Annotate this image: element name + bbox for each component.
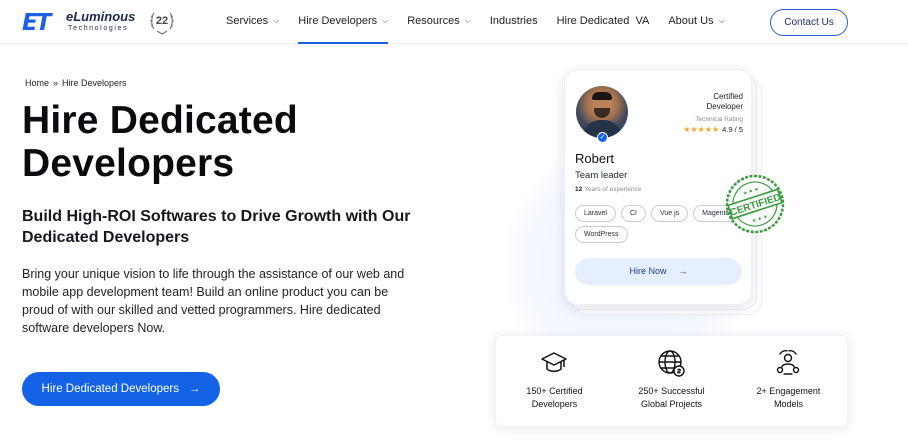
- page-title-line1: Hire Dedicated: [22, 99, 298, 142]
- cta-label: Hire Dedicated Developers: [41, 383, 179, 395]
- certified-stamp-icon: CERTIFIED ★ ★ ★ ★ ★ ★: [724, 173, 786, 235]
- experience: 12 Years of experience: [575, 185, 641, 194]
- chevron-down-icon: ⌵: [464, 16, 471, 25]
- experience-years: 12: [575, 186, 583, 193]
- skill-tags: Laravel CI Vue js Magento WordPress: [575, 205, 745, 247]
- logo-mark: ET: [22, 10, 51, 36]
- engagement-people-icon: [774, 349, 802, 377]
- breadcrumb-separator: »: [53, 78, 59, 88]
- menu-item-label: Industries: [489, 15, 538, 27]
- menu-item-label: Hire Developers: [298, 15, 378, 27]
- menu-item-hire-developers[interactable]: Hire Developers ⌵: [298, 0, 388, 44]
- chevron-down-icon: ⌵: [718, 16, 725, 25]
- logo-name: eLuminous: [66, 9, 136, 24]
- stat-label-line2: Developers: [531, 399, 578, 409]
- certified-developer-label: Certified Developer: [706, 92, 743, 111]
- page-title: Hire Dedicated Developers: [22, 99, 382, 185]
- stat-label-line1: 250+ Successful: [638, 386, 705, 396]
- avatar: [576, 86, 628, 138]
- graduation-cap-icon: [540, 349, 568, 377]
- arrow-right-icon: →: [678, 266, 688, 276]
- stat-certified-developers: 150+ Certified Developers: [496, 336, 613, 426]
- experience-label: Years of experience: [584, 186, 642, 193]
- skill-tag: WordPress: [575, 226, 628, 243]
- stat-label-line1: 2+ Engagement: [756, 386, 821, 396]
- page-subtitle: Build High-ROI Softwares to Drive Growth…: [22, 208, 411, 246]
- stats-panel: 150+ Certified Developers 250+ Successfu…: [495, 335, 848, 427]
- badge-number: 22: [155, 15, 169, 27]
- rating-row: ★★★★★ 4.9 / 5: [675, 125, 743, 135]
- chevron-down-icon: ⌵: [273, 16, 280, 25]
- skill-tag: Vue js: [650, 205, 689, 222]
- verified-check-icon: ✓: [597, 132, 608, 143]
- menu-item-label: Hire Dedicated VA: [556, 15, 650, 27]
- hire-dedicated-developers-button[interactable]: Hire Dedicated Developers →: [22, 372, 220, 406]
- chevron-down-icon: ⌵: [382, 16, 389, 25]
- stat-engagement-models: 2+ Engagement Models: [730, 336, 847, 426]
- menu-item-resources[interactable]: Resources ⌵: [407, 0, 471, 44]
- menu-item-hire-dedicated-va[interactable]: Hire Dedicated VA: [557, 0, 650, 44]
- breadcrumb-current: Hire Developers: [62, 78, 127, 88]
- hire-now-label: Hire Now: [629, 266, 667, 276]
- skill-tag: Laravel: [575, 205, 616, 222]
- menu-item-label: Services: [226, 15, 269, 27]
- breadcrumb-home-link[interactable]: Home: [25, 78, 49, 88]
- brand-logo[interactable]: ET eLuminous Technologies 22: [22, 10, 182, 36]
- menu-item-industries[interactable]: Industries: [490, 0, 538, 44]
- menu-item-label: About Us: [668, 15, 714, 27]
- contact-us-button[interactable]: Contact Us: [770, 9, 848, 36]
- star-rating-icon: ★★★★★: [683, 125, 720, 134]
- hero-description: Bring your unique vision to life through…: [22, 267, 405, 335]
- globe-icon: [657, 349, 686, 377]
- skill-tag: CI: [620, 205, 646, 222]
- breadcrumb: Home » Hire Developers: [25, 78, 127, 89]
- page-title-line2: Developers: [22, 142, 235, 185]
- arrow-right-icon: →: [188, 383, 201, 395]
- developer-name: Robert: [575, 151, 615, 166]
- menu-item-about-us[interactable]: About Us ⌵: [668, 0, 724, 44]
- anniversary-badge-icon: 22: [150, 9, 174, 35]
- logo-tagline: Technologies: [68, 25, 129, 32]
- technical-rating-label: Technical Rating: [695, 116, 743, 123]
- rating-value: 4.9 / 5: [722, 125, 743, 134]
- stat-global-projects: 250+ Successful Global Projects: [613, 336, 730, 426]
- main-menu: Services ⌵ Hire Developers ⌵ Resources ⌵ In…: [226, 0, 744, 44]
- top-navigation: ET eLuminous Technologies 22 Services ⌵ H…: [0, 0, 908, 44]
- hire-now-button[interactable]: Hire Now →: [575, 258, 742, 285]
- stat-label-line1: 150+ Certified: [526, 386, 583, 396]
- stat-label-line2: Models: [773, 399, 803, 409]
- menu-item-label: Resources: [407, 15, 460, 27]
- menu-item-services[interactable]: Services ⌵: [226, 0, 279, 44]
- developer-role: Team leader: [575, 170, 628, 181]
- stat-label-line2: Global Projects: [640, 399, 702, 409]
